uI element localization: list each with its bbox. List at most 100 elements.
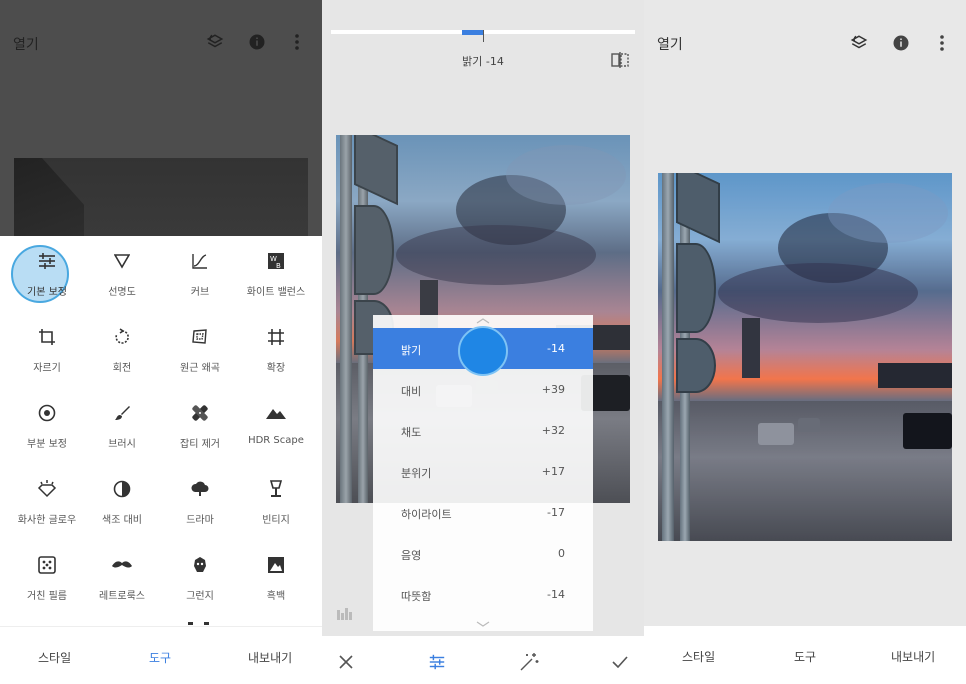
tool-label: 색조 대비 xyxy=(102,515,142,526)
tool-brush[interactable]: 브러시 xyxy=(82,392,162,458)
bottom-nav: 스타일 도구 내보내기 xyxy=(0,626,322,684)
more-vert-icon[interactable] xyxy=(287,32,307,52)
grunge-icon xyxy=(189,554,211,576)
adjust-value: -14 xyxy=(547,342,565,355)
open-button[interactable]: 열기 xyxy=(13,34,39,54)
tool-white-balance[interactable]: WB 화이트 밸런스 xyxy=(236,240,316,306)
compare-icon[interactable] xyxy=(610,51,630,69)
black-white-icon xyxy=(265,554,287,576)
tool-label: 잡티 제거 xyxy=(180,439,220,450)
info-icon[interactable] xyxy=(247,32,267,52)
tool-label: 빈티지 xyxy=(262,515,290,526)
tool-retrolux[interactable]: 레트로룩스 xyxy=(82,544,162,610)
adjust-row-saturation[interactable]: 채도 +32 xyxy=(373,410,593,451)
touch-indicator xyxy=(458,326,508,376)
bottom-nav: 스타일 도구 내보내기 xyxy=(644,626,966,684)
tune-icon[interactable] xyxy=(427,652,447,672)
tool-label: 그런지 xyxy=(186,591,214,602)
adjust-row-ambiance[interactable]: 분위기 +17 xyxy=(373,451,593,492)
glamour-glow-icon xyxy=(36,478,58,500)
value-slider-fill xyxy=(461,30,483,35)
nav-tools[interactable]: 도구 xyxy=(794,648,816,665)
tool-curves[interactable]: 커브 xyxy=(160,240,240,306)
adjust-value: 0 xyxy=(558,547,565,560)
nav-styles[interactable]: 스타일 xyxy=(38,649,71,666)
healing-icon xyxy=(189,402,211,424)
tool-grunge[interactable]: 그런지 xyxy=(160,544,240,610)
tool-perspective[interactable]: 원근 왜곡 xyxy=(160,316,240,382)
tool-label: 부분 보정 xyxy=(27,439,67,450)
tonal-contrast-icon xyxy=(111,478,133,500)
auto-magic-wand-icon[interactable] xyxy=(518,651,540,673)
tool-vintage[interactable]: 빈티지 xyxy=(236,468,316,534)
top-bar: 열기 xyxy=(0,0,322,84)
adjust-value: +39 xyxy=(541,383,565,396)
open-button[interactable]: 열기 xyxy=(657,34,683,54)
adjust-value: +32 xyxy=(541,424,565,437)
histogram-icon[interactable] xyxy=(336,603,356,623)
adjust-name: 채도 xyxy=(401,426,422,439)
info-icon[interactable] xyxy=(891,33,911,53)
edited-photo[interactable] xyxy=(658,173,952,541)
tool-expand[interactable]: 확장 xyxy=(236,316,316,382)
grainy-film-icon xyxy=(36,554,58,576)
tool-label: 화이트 밸런스 xyxy=(246,287,306,298)
adjust-row-warmth[interactable]: 따뜻함 -14 xyxy=(373,574,593,615)
tool-label: 선명도 xyxy=(108,287,136,298)
svg-text:B: B xyxy=(276,262,281,270)
nav-export[interactable]: 내보내기 xyxy=(248,649,292,666)
tool-label: 원근 왜곡 xyxy=(180,363,220,374)
tool-label: 드라마 xyxy=(186,515,214,526)
tool-drama[interactable]: 드라마 xyxy=(160,468,240,534)
perspective-icon xyxy=(189,326,211,348)
slider-center-tick xyxy=(483,30,484,42)
nav-tools[interactable]: 도구 xyxy=(149,649,171,666)
triangle-icon xyxy=(111,250,133,272)
adjust-name: 대비 xyxy=(401,385,422,398)
tool-crop[interactable]: 자르기 xyxy=(7,316,87,382)
edit-action-bar xyxy=(322,636,644,684)
white-balance-icon: WB xyxy=(265,250,287,272)
tool-label: 화사한 글로우 xyxy=(17,515,77,526)
nav-styles[interactable]: 스타일 xyxy=(682,648,715,665)
close-icon[interactable] xyxy=(336,652,356,672)
tool-label: 커브 xyxy=(190,287,210,298)
adjust-row-highlights[interactable]: 하이라이트 -17 xyxy=(373,492,593,533)
slider-value-label: 밝기 -14 xyxy=(462,55,504,68)
tool-tune-image[interactable]: 기본 보정 xyxy=(7,240,87,306)
adjust-value: -14 xyxy=(547,588,565,601)
adjust-name: 밝기 xyxy=(401,344,422,357)
expand-icon xyxy=(265,326,287,348)
tool-details[interactable]: 선명도 xyxy=(82,240,162,306)
adjust-name: 음영 xyxy=(401,549,422,562)
tool-healing[interactable]: 잡티 제거 xyxy=(160,392,240,458)
nav-export[interactable]: 내보내기 xyxy=(891,648,935,665)
tool-grainy-film[interactable]: 거친 필름 xyxy=(7,544,87,610)
tool-tonal-contrast[interactable]: 색조 대비 xyxy=(82,468,162,534)
tool-glamour-glow[interactable]: 화사한 글로우 xyxy=(7,468,87,534)
chevron-down-icon[interactable] xyxy=(473,618,493,630)
tool-black-white[interactable]: 흑백 xyxy=(236,544,316,610)
tool-selective[interactable]: 부분 보정 xyxy=(7,392,87,458)
tool-hdr-scape[interactable]: HDR Scape xyxy=(236,392,316,458)
layers-icon[interactable] xyxy=(205,32,225,52)
curves-icon xyxy=(189,250,211,272)
tune-image-screen: 밝기 -14 밝기 -14 대비 +39 채도 +32 분위기 +17 하이라이… xyxy=(322,0,644,684)
tool-label: 확장 xyxy=(266,363,286,374)
adjust-name: 하이라이트 xyxy=(401,508,452,521)
layers-icon[interactable] xyxy=(849,33,869,53)
rotate-icon xyxy=(111,326,133,348)
tune-icon xyxy=(36,250,58,272)
adjust-row-shadows[interactable]: 음영 0 xyxy=(373,533,593,574)
tool-label: 레트로룩스 xyxy=(99,591,145,602)
photo-preview xyxy=(14,158,308,236)
tool-label: HDR Scape xyxy=(248,435,304,446)
tool-label: 자르기 xyxy=(33,363,61,374)
brush-icon xyxy=(111,402,133,424)
top-bar: 열기 xyxy=(644,0,966,84)
more-vert-icon[interactable] xyxy=(932,33,952,53)
tool-rotate[interactable]: 회전 xyxy=(82,316,162,382)
mountain-icon xyxy=(265,402,287,424)
check-icon[interactable] xyxy=(610,652,630,672)
tool-label: 흑백 xyxy=(266,591,286,602)
